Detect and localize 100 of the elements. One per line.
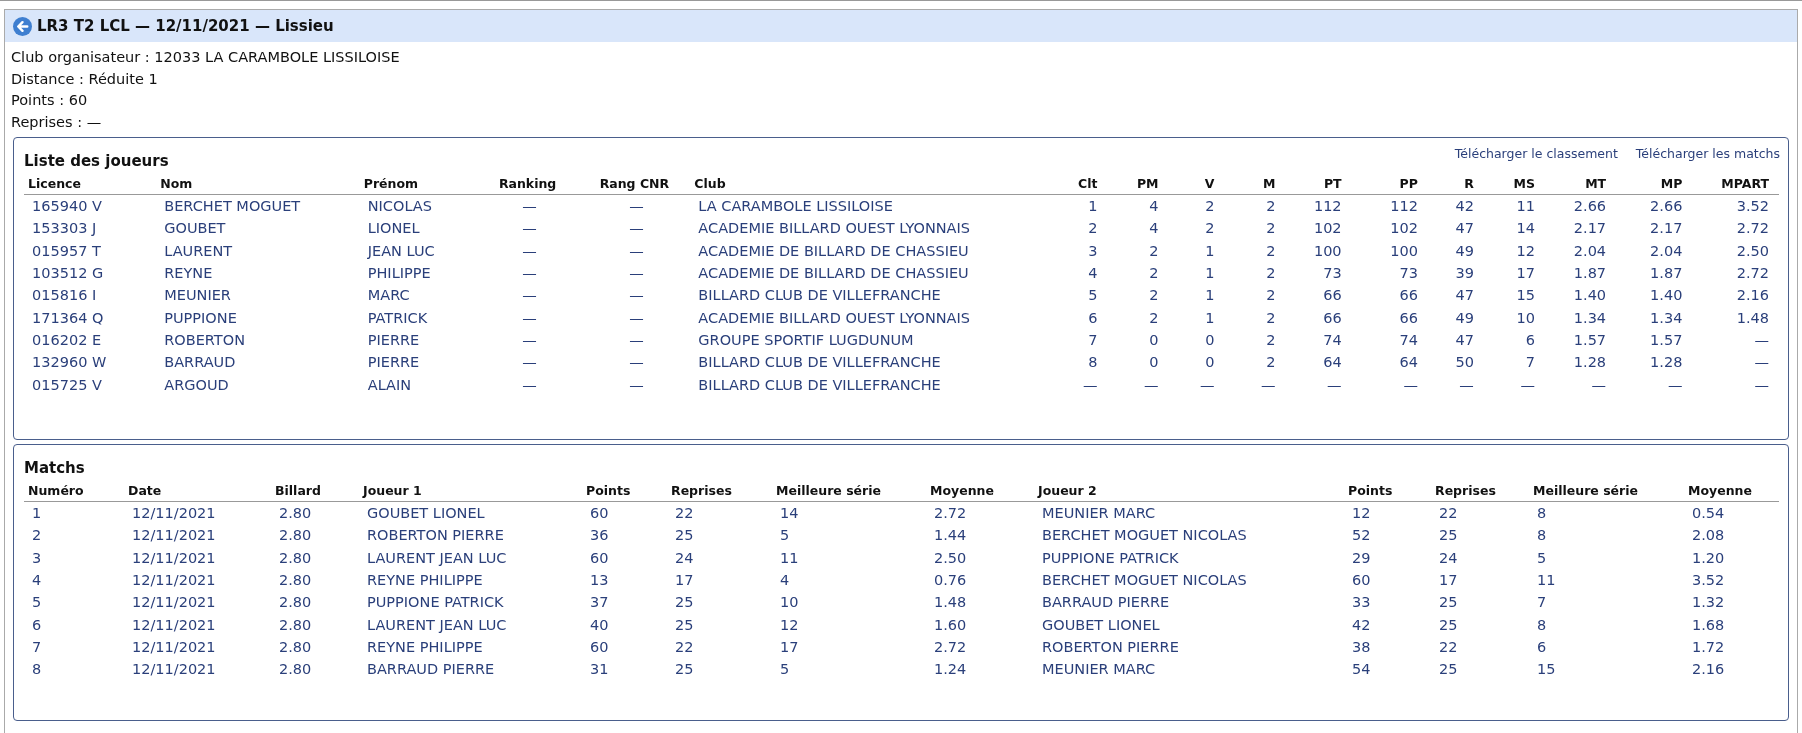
table-cell-text: 2 — [1265, 353, 1277, 373]
table-cell-text: 2.72 — [933, 637, 968, 657]
table-cell-text: — — [521, 353, 538, 373]
table-cell-text: 38 — [1351, 637, 1372, 657]
table-cell-text: 25 — [1438, 660, 1459, 680]
table-cell-text: 2 — [1148, 264, 1160, 284]
table-cell-text: 11 — [1536, 571, 1557, 591]
info-line: Reprises : — — [11, 112, 103, 132]
table-cell-text: 60 — [589, 548, 610, 568]
table-cell-text: 2.17 — [1649, 219, 1684, 239]
table-cell-text: ROBERTON PIERRE — [1041, 637, 1180, 657]
table-cell-text: 1.34 — [1572, 308, 1608, 328]
table-cell: — — [578, 194, 691, 218]
table-cell-text: 5 — [779, 660, 791, 680]
table-cell-text: — — [1260, 375, 1277, 395]
table-cell-text: — — [1402, 375, 1419, 395]
table-cell-text: 2 — [1265, 241, 1277, 261]
table-cell-text: — — [521, 286, 538, 306]
table-cell: LA CARAMBOLE LISSILOISE — [690, 194, 1047, 218]
table-cell: 12/11/2021 — [124, 501, 271, 525]
table-cell-text: 1.87 — [1649, 264, 1684, 284]
column-header: MP — [1616, 172, 1693, 195]
table-cell-text: 66 — [1322, 308, 1343, 328]
table-cell-text: 64 — [1322, 353, 1343, 373]
column-header: Licence — [24, 172, 157, 195]
table-cell-text: 37 — [589, 593, 610, 613]
table-cell-text: 4 — [779, 571, 791, 591]
table-cell-text: 2 — [1148, 286, 1160, 306]
table-cell-text: 22 — [674, 637, 695, 657]
column-header: MT — [1544, 172, 1617, 195]
table-cell-text: ARGOUD — [163, 375, 230, 395]
table-cell: 2.66 — [1616, 194, 1693, 218]
table-cell-text: 1.68 — [1691, 615, 1726, 635]
column-header: Club — [690, 172, 1047, 195]
table-cell-text: — — [521, 219, 538, 239]
table-cell-text: 12/11/2021 — [131, 660, 217, 680]
table-cell-text: 2 — [1148, 241, 1160, 261]
table-cell-text: 15 — [1536, 660, 1557, 680]
table-cell-text: LIONEL — [366, 219, 421, 239]
column-header: Meilleure série — [1529, 479, 1684, 502]
table-cell: 112 — [1351, 194, 1428, 218]
table-cell-text: ROBERTON — [163, 330, 246, 350]
table-cell-text: — — [521, 264, 538, 284]
table-cell: 2.80 — [271, 501, 359, 525]
table-cell-text: 2.80 — [278, 571, 313, 591]
table-cell-text: 171364 Q — [31, 308, 105, 328]
table-cell-text: 100 — [1312, 241, 1343, 261]
column-header: M — [1224, 172, 1286, 195]
table-cell-text: 12/11/2021 — [131, 526, 217, 546]
column-header: Moyenne — [1684, 479, 1779, 502]
table-cell-text: 2 — [1148, 308, 1160, 328]
table-cell-text: BARRAUD PIERRE — [366, 660, 496, 680]
column-header: V — [1168, 172, 1225, 195]
table-cell-text: 1.57 — [1649, 330, 1684, 350]
table-cell-text: 2.80 — [278, 526, 313, 546]
table-cell-text: 4 — [31, 571, 43, 591]
column-header: Prénom — [359, 172, 477, 195]
column-header: Points — [582, 479, 667, 502]
table-cell-text: 1.20 — [1691, 548, 1726, 568]
table-cell-text: 0 — [1148, 330, 1160, 350]
table-cell-text: MARC — [366, 286, 411, 306]
table-cell-text: — — [628, 330, 645, 350]
table-cell-text: 1.34 — [1649, 308, 1684, 328]
table-cell-text: 36 — [589, 526, 610, 546]
table-cell-text: — — [1666, 375, 1684, 395]
table-cell-text: 1.44 — [933, 526, 968, 546]
table-cell-text: 10 — [779, 593, 800, 613]
table-cell-text: 24 — [1438, 548, 1459, 568]
table-cell-text: 3 — [1087, 241, 1099, 261]
table-cell-text: 7 — [31, 637, 43, 657]
table-cell: BERCHET MOGUET — [156, 194, 360, 218]
table-cell-text: BILLARD CLUB DE VILLEFRANCHE — [697, 375, 942, 395]
table-cell-text: ACADEMIE BILLARD OUEST LYONNAIS — [697, 219, 971, 239]
table-cell-text: 5 — [31, 593, 43, 613]
table-cell-text: 7 — [1524, 353, 1536, 373]
table-cell-text: 8 — [31, 660, 43, 680]
table-cell-text: 2.08 — [1691, 526, 1726, 546]
table-cell-text: GOUBET — [163, 219, 227, 239]
table-cell-text: 2.16 — [1735, 286, 1770, 306]
table-cell-text: 3 — [31, 548, 43, 568]
table-cell-text: 2.17 — [1572, 219, 1608, 239]
table-cell-text: — — [628, 375, 645, 395]
column-header: Joueur 1 — [359, 479, 582, 502]
table-cell-text: 47 — [1454, 219, 1475, 239]
download-link[interactable]: Télécharger les matchs — [1635, 146, 1780, 161]
table-cell-text: 015957 T — [31, 241, 102, 261]
table-cell-text: ACADEMIE DE BILLARD DE CHASSIEU — [697, 241, 970, 261]
table-cell: 8 — [1529, 501, 1684, 525]
table-cell-text: 6 — [1087, 308, 1099, 328]
download-link[interactable]: Télécharger le classement — [1454, 146, 1618, 161]
column-header: Date — [124, 479, 271, 502]
table-cell-text: 12 — [779, 615, 800, 635]
table-cell-text: 15 — [1515, 286, 1536, 306]
table-cell-text: 10 — [1515, 308, 1536, 328]
table-cell-text: 17 — [1438, 571, 1459, 591]
table-cell-text: — — [1753, 353, 1770, 373]
table-cell-text: 1.28 — [1649, 353, 1684, 373]
table-cell-text: 1 — [1204, 308, 1216, 328]
table-cell-text: 50 — [1454, 353, 1475, 373]
table-cell-text: 66 — [1398, 286, 1419, 306]
